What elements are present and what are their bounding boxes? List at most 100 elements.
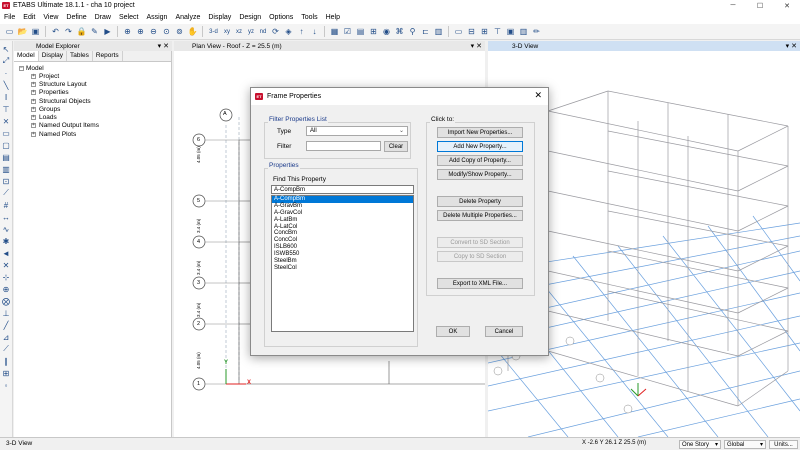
list-item[interactable]: ISLB600	[272, 244, 413, 251]
panel-pin-close-icon[interactable]: ▾ ✕	[158, 42, 169, 50]
draw-joint-icon[interactable]: ·	[1, 68, 11, 78]
list-item[interactable]: SteelCol	[272, 265, 413, 272]
frame-icon[interactable]: ⊤	[492, 26, 503, 37]
menu-draw[interactable]: Draw	[91, 14, 115, 21]
list-item[interactable]: ConcCol	[272, 237, 413, 244]
snap-parallel-icon[interactable]: ∥	[1, 356, 11, 366]
clear-button[interactable]: Clear	[384, 141, 408, 152]
run-icon[interactable]: ▶	[102, 26, 113, 37]
snap-fine-icon[interactable]: ⊿	[1, 332, 11, 342]
zoom-fit-icon[interactable]: ⊙	[161, 26, 172, 37]
list-item[interactable]: ConcBm	[272, 230, 413, 237]
filter-input[interactable]	[306, 141, 381, 151]
view-3d-header[interactable]: 3-D View ▾ ✕	[488, 41, 800, 51]
draw-beam-icon[interactable]: ⊤	[1, 104, 11, 114]
perspective-icon[interactable]: ◈	[283, 26, 294, 37]
snap-grid-icon[interactable]: ⊞	[1, 368, 11, 378]
shell-icon[interactable]: ▭	[453, 26, 464, 37]
import-properties-button[interactable]: Import New Properties...	[437, 127, 523, 138]
menu-define[interactable]: Define	[62, 14, 90, 21]
draw-grid-icon[interactable]: #	[1, 200, 11, 210]
elev-yz-button[interactable]: yz	[246, 26, 256, 37]
delete-property-button[interactable]: Delete Property	[437, 196, 523, 207]
expand-icon[interactable]: +	[31, 98, 36, 104]
zoom-prev-icon[interactable]: ⊚	[174, 26, 185, 37]
property-list[interactable]: A-CompBm A-GravBm A-GravCol A-LatBm A-La…	[271, 195, 414, 332]
object-shrink-icon[interactable]: ▦	[329, 26, 340, 37]
menu-options[interactable]: Options	[265, 14, 297, 21]
3d-view-button[interactable]: 3-d	[207, 26, 220, 37]
select-all-icon[interactable]: ✱	[1, 236, 11, 246]
expand-icon[interactable]: +	[31, 115, 36, 121]
show-loads-icon[interactable]: ◉	[381, 26, 392, 37]
tree-item-project[interactable]: + Project	[14, 72, 171, 80]
draw-opening-icon[interactable]: ⊡	[1, 176, 11, 186]
draw-floor-icon[interactable]: ▤	[1, 152, 11, 162]
design-icon[interactable]: ▥	[433, 26, 444, 37]
pencil-icon[interactable]: ✎	[89, 26, 100, 37]
type-select[interactable]: All ⌄	[306, 126, 408, 136]
pointer-icon[interactable]: ↖	[1, 44, 11, 54]
expand-icon[interactable]: +	[31, 90, 36, 96]
ok-button[interactable]: OK	[436, 326, 470, 337]
modify-show-property-button[interactable]: Modify/Show Property...	[437, 169, 523, 180]
get-previous-icon[interactable]: ◄	[1, 248, 11, 258]
snap-mid-icon[interactable]: ⊕	[1, 284, 11, 294]
snap-point-icon[interactable]: ◦	[1, 380, 11, 390]
close-icon[interactable]: ✕	[534, 90, 542, 101]
draw-rect-icon[interactable]: ▢	[1, 140, 11, 150]
snap-extension-icon[interactable]: ⟋	[1, 344, 11, 354]
story-select[interactable]: One Story ▾	[679, 440, 721, 449]
draw-wall-icon[interactable]: ▥	[1, 164, 11, 174]
draw-tendon-icon[interactable]: ∿	[1, 224, 11, 234]
snap-intersect-icon[interactable]: ⨂	[1, 296, 11, 306]
close-icon[interactable]: ✕	[774, 0, 800, 11]
list-item[interactable]: ISWB550	[272, 251, 413, 258]
new-icon[interactable]: ▭	[4, 26, 15, 37]
list-item[interactable]: A-GravCol	[272, 210, 413, 217]
panel-pin-close-icon[interactable]: ▾ ✕	[471, 42, 482, 50]
coord-system-select[interactable]: Global ▾	[724, 440, 766, 449]
expand-icon[interactable]: +	[31, 73, 36, 79]
joint-icon[interactable]: ⊞	[479, 26, 490, 37]
tree-item-structural-objects[interactable]: + Structural Objects	[14, 97, 171, 105]
list-item[interactable]: A-LatBm	[272, 217, 413, 224]
menu-assign[interactable]: Assign	[142, 14, 171, 21]
menu-display[interactable]: Display	[204, 14, 235, 21]
rotate-icon[interactable]: ⟳	[270, 26, 281, 37]
list-item[interactable]: A-CompBm	[272, 196, 413, 203]
draw-link-icon[interactable]: ⟋	[1, 188, 11, 198]
draw-brace-icon[interactable]: ⨯	[1, 116, 11, 126]
menu-file[interactable]: File	[0, 14, 19, 21]
section-cut-icon[interactable]: ⊟	[466, 26, 477, 37]
menu-tools[interactable]: Tools	[297, 14, 321, 21]
plan-view-header[interactable]: Plan View - Roof - Z = 25.5 (m) ▾ ✕	[174, 41, 485, 51]
plan-view-button[interactable]: xy	[222, 26, 232, 37]
tab-model[interactable]: Model	[14, 51, 39, 61]
draw-area-icon[interactable]: ▭	[1, 128, 11, 138]
save-icon[interactable]: ▣	[30, 26, 41, 37]
add-new-property-button[interactable]: Add New Property...	[437, 141, 523, 152]
clear-selection-icon[interactable]: ✕	[1, 260, 11, 270]
pan-icon[interactable]: ✋	[187, 26, 198, 37]
tab-reports[interactable]: Reports	[93, 51, 123, 61]
menu-analyze[interactable]: Analyze	[171, 14, 204, 21]
menu-design[interactable]: Design	[235, 14, 265, 21]
tree-item-loads[interactable]: + Loads	[14, 113, 171, 121]
expand-icon[interactable]: +	[31, 81, 36, 87]
show-undeformed-icon[interactable]: ⊞	[368, 26, 379, 37]
show-deformed-icon[interactable]: ⌘	[394, 26, 405, 37]
up-icon[interactable]: ↑	[296, 26, 307, 37]
find-property-input[interactable]: A-CompBm	[271, 185, 414, 194]
down-icon[interactable]: ↓	[309, 26, 320, 37]
draw-dimension-icon[interactable]: ↔	[1, 212, 11, 222]
panel-pin-close-icon[interactable]: ▾ ✕	[786, 42, 797, 50]
expand-icon[interactable]: +	[31, 123, 36, 129]
list-item[interactable]: A-GravBm	[272, 203, 413, 210]
tree-item-named-plots[interactable]: + Named Plots	[14, 130, 171, 138]
tree-item-structure-layout[interactable]: + Structure Layout	[14, 80, 171, 88]
tree-root[interactable]: − Model	[14, 65, 171, 72]
undo-icon[interactable]: ↶	[50, 26, 61, 37]
snap-line-icon[interactable]: ╱	[1, 320, 11, 330]
cancel-button[interactable]: Cancel	[485, 326, 523, 337]
